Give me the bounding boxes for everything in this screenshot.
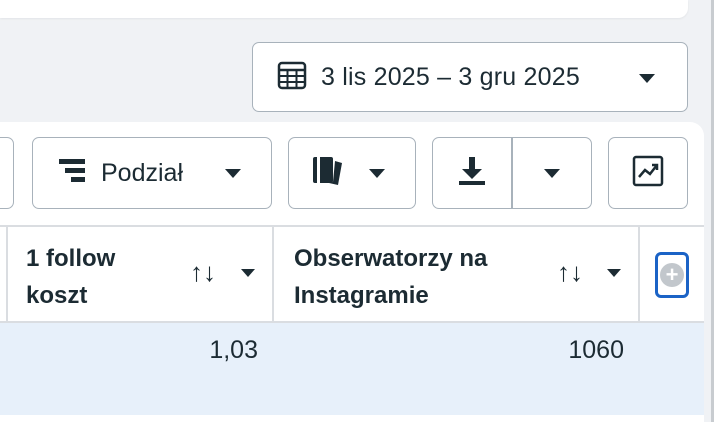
column-header-line: koszt [26, 282, 88, 309]
chevron-down-icon [369, 169, 385, 178]
export-split-button [432, 137, 592, 209]
cell-instagram-followers: 1060 [568, 336, 624, 364]
top-card [0, 0, 688, 18]
chevron-down-icon [639, 74, 655, 83]
reports-button[interactable] [288, 137, 416, 209]
breakdown-label: Podział [101, 158, 183, 187]
column-divider [638, 225, 640, 323]
sort-icon[interactable]: ↑↓ [190, 257, 216, 288]
chart-button[interactable] [608, 137, 688, 209]
date-range-button[interactable]: 3 lis 2025 – 3 gru 2025 [252, 42, 688, 112]
column-divider [272, 225, 274, 323]
date-range-label: 3 lis 2025 – 3 gru 2025 [321, 62, 580, 91]
reports-icon [311, 155, 345, 192]
column-header-line: Obserwatorzy na [294, 245, 488, 272]
column-header-cost-per-follow[interactable]: 1 follow koszt [26, 240, 115, 314]
plus-circle-icon: + [660, 263, 684, 287]
column-header-line: 1 follow [26, 245, 116, 272]
trend-chart-icon [632, 155, 664, 192]
breakdown-icon [57, 157, 87, 190]
column-divider [6, 225, 8, 323]
chevron-down-icon [544, 168, 560, 178]
toolbar-button-partial[interactable] [0, 137, 14, 209]
calendar-icon [277, 60, 307, 95]
chevron-down-icon[interactable] [607, 269, 621, 277]
add-column-button[interactable]: + [655, 252, 689, 298]
sort-icon[interactable]: ↑↓ [557, 257, 583, 288]
column-header-instagram-followers[interactable]: Obserwatorzy na Instagramie [294, 240, 487, 314]
breakdown-button[interactable]: Podział [32, 137, 272, 209]
download-icon [457, 155, 487, 192]
table-top-border [0, 225, 704, 227]
download-button[interactable] [433, 138, 511, 208]
chevron-down-icon[interactable] [241, 269, 255, 277]
chevron-down-icon [225, 169, 241, 178]
column-header-line: Instagramie [294, 282, 429, 309]
export-options-button[interactable] [513, 138, 591, 208]
cell-cost-per-follow: 1,03 [209, 336, 258, 364]
